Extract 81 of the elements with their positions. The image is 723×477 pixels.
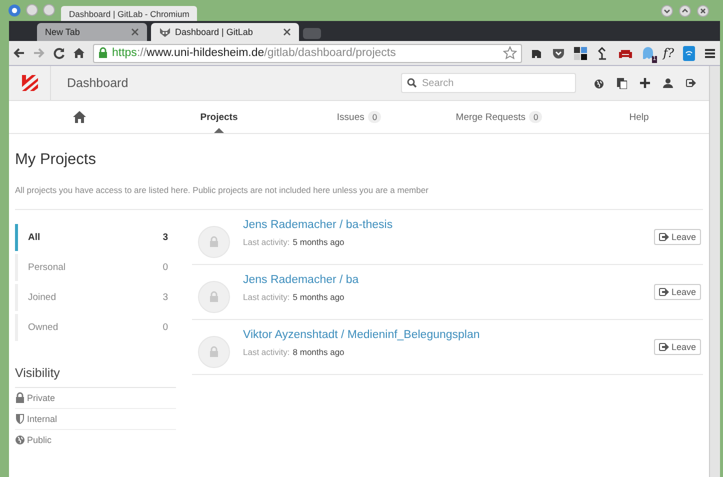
- project-link[interactable]: Jens Rademacher / ba: [243, 274, 654, 286]
- star-icon[interactable]: [503, 46, 518, 60]
- close-icon[interactable]: [697, 4, 709, 16]
- filter-label: Personal: [28, 262, 66, 273]
- plus-icon[interactable]: [640, 78, 650, 88]
- menu-icon[interactable]: [704, 48, 716, 58]
- nav-tab[interactable]: Help: [629, 112, 649, 122]
- activity-label: Last activity:: [243, 237, 290, 247]
- nav-tab[interactable]: [72, 111, 86, 123]
- close-icon[interactable]: [131, 28, 139, 36]
- lock-icon: [15, 392, 25, 404]
- university-logo: [20, 73, 40, 93]
- lock-icon: [209, 291, 219, 303]
- globe-icon[interactable]: [594, 78, 604, 88]
- search-field[interactable]: Search: [401, 73, 576, 93]
- address-bar[interactable]: https://www.uni-hildesheim.de/gitlab/dashboard/projects: [93, 44, 522, 62]
- visibility-link[interactable]: Private: [27, 393, 56, 403]
- window-title: Dashboard | GitLab - Chromium: [61, 6, 198, 21]
- leave-button[interactable]: Leave: [654, 284, 701, 300]
- browser-tab[interactable]: New Tab: [37, 23, 147, 41]
- activity-time: 5 months ago: [292, 292, 344, 302]
- filter-item[interactable]: Owned 0: [15, 314, 176, 341]
- active-tab-caret: [214, 128, 224, 133]
- chevron-up-icon[interactable]: [679, 4, 691, 16]
- visibility-link[interactable]: Public: [27, 435, 52, 445]
- home-icon: [72, 111, 86, 123]
- filter-item[interactable]: All 3: [15, 224, 176, 251]
- nav-tab[interactable]: Projects: [200, 112, 238, 122]
- project-link[interactable]: Viktor Ayzenshtadt / Medieninf_Belegungsplan: [243, 329, 654, 341]
- filter-label: Owned: [28, 322, 58, 333]
- shield-icon: [15, 413, 25, 425]
- search-icon: [407, 78, 417, 88]
- ghost-icon[interactable]: [642, 46, 654, 60]
- filter-label: All: [28, 232, 40, 243]
- nav-tab[interactable]: Issues 0: [336, 111, 382, 123]
- section-heading: My Projects: [15, 151, 97, 169]
- user-icon[interactable]: [663, 78, 673, 88]
- formula-extension-button[interactable]: f?: [663, 46, 674, 60]
- sign-out-icon: [659, 342, 670, 352]
- globe-icon: [15, 434, 25, 446]
- filter-count: 0: [162, 322, 168, 333]
- sign-out-icon: [659, 232, 670, 242]
- sign-out-icon[interactable]: [686, 78, 697, 88]
- chevron-down-icon[interactable]: [661, 4, 673, 16]
- scrollbar[interactable]: [709, 66, 720, 477]
- page-title: Dashboard: [67, 76, 128, 90]
- lock-icon: [98, 47, 108, 59]
- sign-out-icon: [659, 287, 670, 297]
- visibility-link[interactable]: Internal: [27, 414, 58, 424]
- squares-icon[interactable]: [574, 46, 588, 60]
- filter-item[interactable]: Personal 0: [15, 254, 176, 281]
- lock-icon: [209, 346, 219, 358]
- gitlab-fox-icon: [159, 26, 171, 38]
- home-icon[interactable]: [73, 47, 85, 59]
- filter-count: 0: [162, 262, 168, 273]
- leave-button[interactable]: Leave: [654, 339, 701, 355]
- leave-button[interactable]: Leave: [654, 229, 701, 245]
- activity-time: 8 months ago: [292, 347, 344, 357]
- back-icon[interactable]: [13, 47, 25, 59]
- close-icon[interactable]: [283, 28, 291, 36]
- pocket-icon[interactable]: [552, 46, 566, 60]
- copy-icon[interactable]: [617, 78, 627, 88]
- reload-icon[interactable]: [53, 47, 65, 59]
- armchair-icon[interactable]: [618, 47, 634, 59]
- browser-tab[interactable]: Dashboard | GitLab: [151, 23, 299, 41]
- lock-icon: [209, 236, 219, 248]
- count-badge: 0: [368, 111, 382, 123]
- nav-tab[interactable]: Merge Requests 0: [456, 111, 542, 123]
- chromium-icon: [8, 4, 21, 17]
- visibility-heading: Visibility: [15, 366, 176, 388]
- filter-count: 3: [162, 292, 168, 303]
- activity-label: Last activity:: [243, 292, 290, 302]
- activity-time: 5 months ago: [292, 237, 344, 247]
- activity-label: Last activity:: [243, 347, 290, 357]
- filter-count: 3: [162, 232, 168, 243]
- filter-item[interactable]: Joined 3: [15, 284, 176, 311]
- count-badge: 0: [529, 111, 542, 123]
- filter-label: Joined: [28, 292, 56, 303]
- wifi-icon[interactable]: [683, 46, 695, 60]
- description-text: All projects you have access to are listed here. Public projects are not included here unless you are a member: [15, 185, 703, 210]
- project-link[interactable]: Jens Rademacher / ba-thesis: [243, 219, 654, 231]
